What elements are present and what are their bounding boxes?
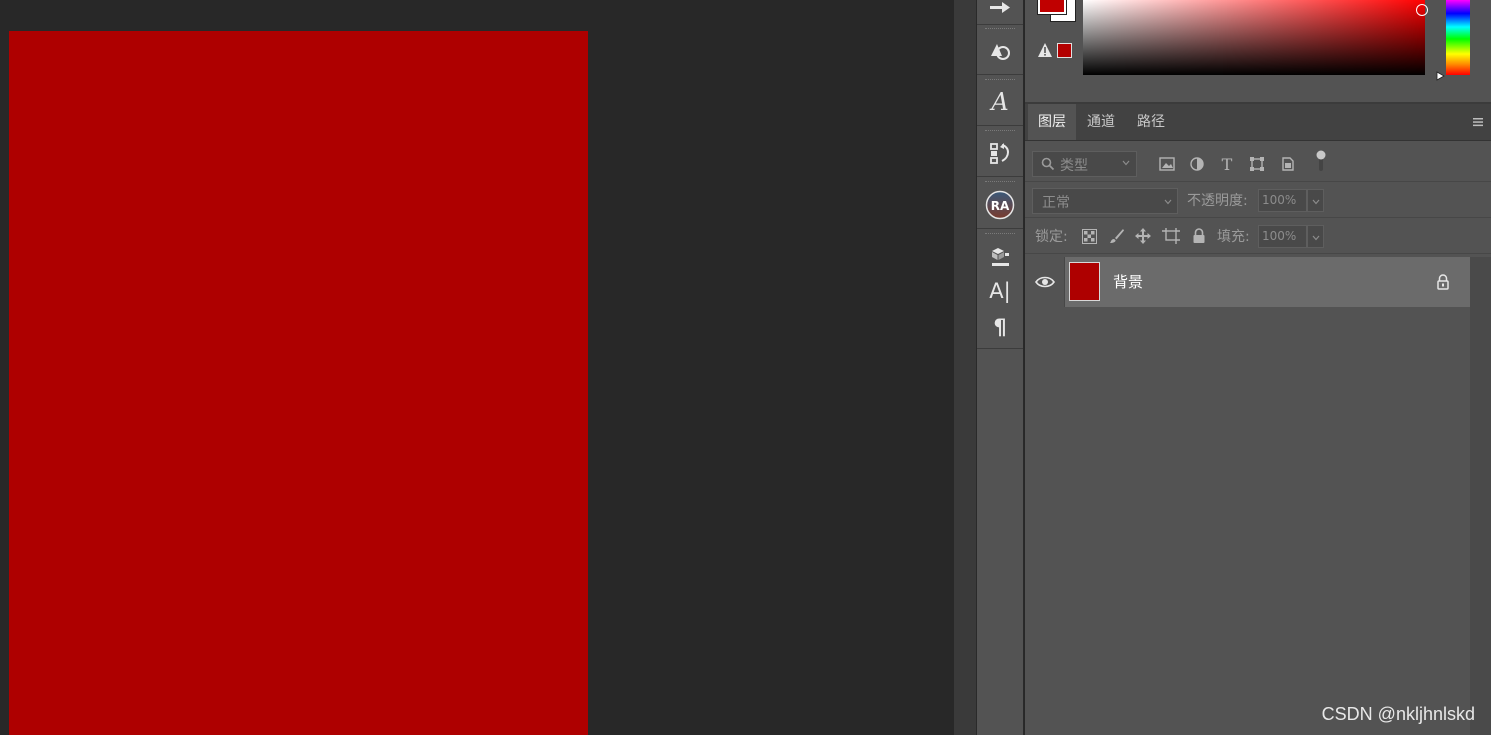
- filter-shape-layer-icon[interactable]: [1247, 154, 1267, 174]
- character-icon[interactable]: A|: [977, 271, 1023, 311]
- filter-toggle-icon[interactable]: [1311, 150, 1331, 171]
- filter-adjustment-layer-icon[interactable]: [1187, 154, 1207, 174]
- layers-panel-tabs: 图层 通道 路径: [1025, 104, 1491, 141]
- canvas-area[interactable]: [0, 0, 954, 735]
- tab-channels[interactable]: 通道: [1077, 104, 1125, 140]
- svg-text:RA: RA: [991, 199, 1010, 213]
- document-canvas[interactable]: [9, 31, 588, 735]
- layer-filter-label: 类型: [1060, 158, 1088, 174]
- tab-layers[interactable]: 图层: [1028, 104, 1076, 140]
- layer-row-background[interactable]: 背景: [1065, 257, 1470, 307]
- saturation-brightness-field[interactable]: [1083, 0, 1425, 75]
- tab-paths[interactable]: 路径: [1127, 104, 1175, 140]
- chevron-down-icon: [1163, 196, 1173, 211]
- layer-name[interactable]: 背景: [1113, 271, 1143, 292]
- layer-thumbnail[interactable]: [1069, 262, 1100, 301]
- 3d-icon[interactable]: [977, 236, 1023, 276]
- layer-filter-select[interactable]: 类型: [1032, 151, 1137, 177]
- lock-position-icon[interactable]: [1133, 226, 1153, 246]
- history-icon[interactable]: [977, 133, 1023, 173]
- blend-mode-select[interactable]: 正常: [1032, 188, 1178, 214]
- panel-gutter: [954, 0, 976, 735]
- collapsed-panel-dock: A RA A| ¶: [976, 0, 1024, 735]
- lock-icon: [1436, 274, 1450, 294]
- panel-menu-icon[interactable]: [1472, 116, 1484, 132]
- color-picker-cursor[interactable]: [1416, 4, 1428, 16]
- opacity-dropdown-button[interactable]: [1307, 189, 1324, 212]
- watermark: CSDN @nkljhnlskd: [1321, 704, 1475, 724]
- opacity-label: 不透明度:: [1187, 193, 1248, 209]
- hue-slider[interactable]: [1446, 0, 1470, 75]
- chevron-down-icon: [1311, 196, 1321, 211]
- layers-scrollbar-track[interactable]: [1470, 257, 1491, 735]
- filter-type-layer-icon[interactable]: T: [1217, 154, 1237, 174]
- clone-source-icon[interactable]: [977, 31, 1023, 71]
- filter-pixel-layer-icon[interactable]: [1157, 154, 1177, 174]
- chevron-down-icon: [1121, 157, 1131, 172]
- chevron-down-icon: [1311, 232, 1321, 247]
- fill-dropdown-button[interactable]: [1307, 225, 1324, 248]
- blend-mode-value: 正常: [1042, 195, 1070, 211]
- foreground-color-swatch[interactable]: [1037, 0, 1067, 15]
- lock-transparent-pixels-icon[interactable]: [1079, 226, 1099, 246]
- fill-label: 填充:: [1217, 229, 1250, 245]
- filter-smart-object-icon[interactable]: [1278, 154, 1298, 174]
- ra-plugin-icon[interactable]: RA: [977, 185, 1023, 225]
- fill-field[interactable]: 100%: [1258, 225, 1307, 248]
- lock-image-pixels-icon[interactable]: [1107, 226, 1127, 246]
- out-of-gamut-warning-icon[interactable]: [1037, 42, 1053, 62]
- glyphs-icon[interactable]: A: [977, 82, 1023, 122]
- paragraph-icon[interactable]: ¶: [977, 307, 1023, 347]
- lock-artboard-icon[interactable]: [1161, 226, 1181, 246]
- gamut-color-swatch[interactable]: [1057, 43, 1072, 58]
- search-icon: [1041, 157, 1055, 175]
- lock-label: 锁定:: [1035, 229, 1068, 245]
- hue-slider-handle[interactable]: [1436, 70, 1445, 85]
- lock-all-icon[interactable]: [1189, 226, 1209, 246]
- opacity-field[interactable]: 100%: [1258, 189, 1307, 212]
- layer-visibility-eye-icon[interactable]: [1035, 273, 1055, 295]
